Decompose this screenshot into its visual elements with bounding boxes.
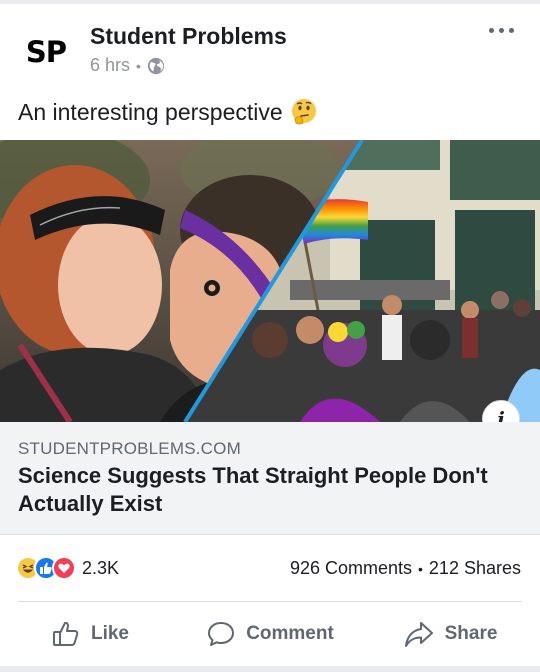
reactions-summary[interactable]: 2.3K (16, 556, 119, 580)
post-stats: 2.3K 926 Comments • 212 Shares (0, 548, 540, 588)
like-button[interactable]: Like (0, 604, 180, 664)
share-count[interactable]: 212 Shares (429, 558, 521, 579)
reaction-count: 2.3K (82, 557, 120, 578)
comment-button[interactable]: Comment (180, 604, 360, 664)
link-preview-card[interactable]: i STUDENTPROBLEMS.COM Science Suggests T… (0, 140, 540, 535)
share-label: Share (444, 623, 498, 644)
more-options-button[interactable] (489, 28, 514, 33)
love-reaction-icon (52, 556, 76, 580)
comment-label: Comment (246, 623, 334, 644)
post-actions: Like Comment Share (0, 604, 540, 664)
post-meta: 6 hrs • (90, 55, 165, 76)
share-arrow-icon (404, 622, 433, 647)
share-button[interactable]: Share (360, 604, 540, 664)
link-preview-image (0, 140, 540, 422)
page-avatar[interactable]: SP (18, 24, 74, 80)
meta-separator: • (136, 57, 141, 74)
counts-separator: • (418, 560, 423, 577)
link-meta[interactable]: STUDENTPROBLEMS.COM Science Suggests Tha… (0, 422, 540, 535)
actions-divider (18, 601, 522, 602)
page-name[interactable]: Student Problems (90, 23, 287, 50)
more-dot-icon (499, 28, 504, 33)
more-dot-icon (489, 28, 494, 33)
post-caption: An interesting perspective (18, 97, 319, 127)
link-domain: STUDENTPROBLEMS.COM (18, 439, 241, 458)
thinking-face-emoji (291, 99, 316, 125)
globe-icon (147, 57, 165, 74)
thumbs-up-icon (52, 621, 79, 646)
feed-separator-bottom (0, 666, 540, 672)
comment-count[interactable]: 926 Comments (290, 558, 412, 579)
more-dot-icon (509, 28, 514, 33)
post-header: SP Student Problems 6 hrs • (0, 4, 540, 88)
link-title[interactable]: Science Suggests That Straight People Do… (18, 462, 518, 518)
like-label: Like (90, 623, 130, 644)
caption-text: An interesting perspective (18, 98, 283, 125)
post-timestamp[interactable]: 6 hrs (90, 55, 130, 76)
preview-photo (0, 140, 540, 422)
comment-icon (208, 622, 235, 646)
engagement-counts: 926 Comments • 212 Shares (290, 558, 521, 579)
